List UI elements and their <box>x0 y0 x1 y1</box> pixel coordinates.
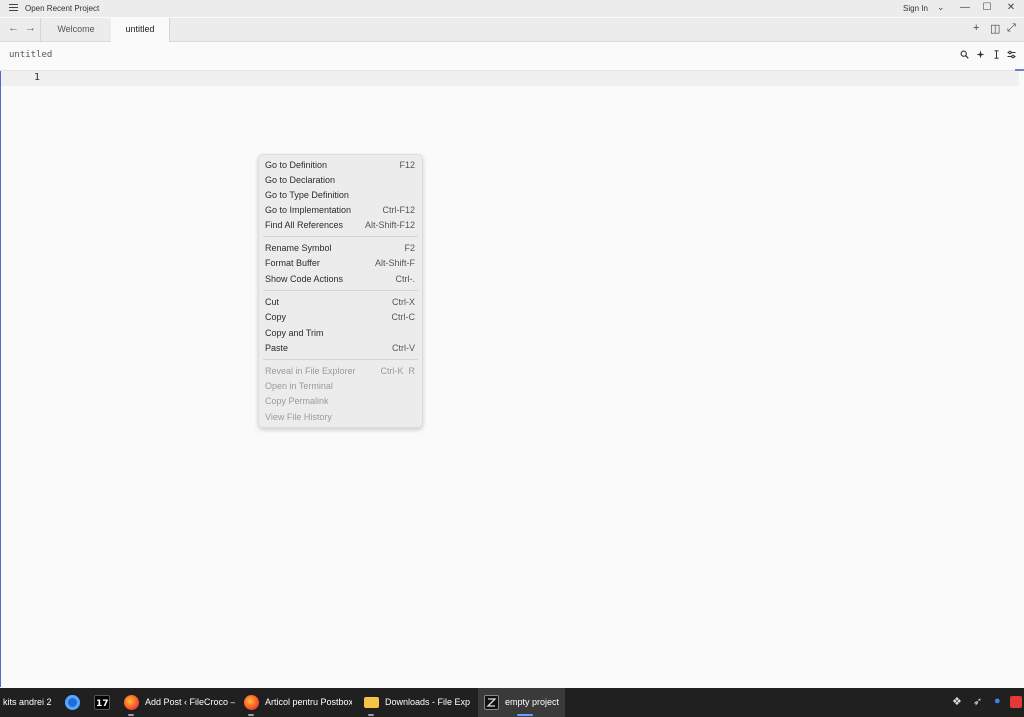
svg-text:17: 17 <box>96 699 109 709</box>
menu-separator <box>263 236 418 237</box>
breadcrumb: untitled <box>0 42 1024 71</box>
menu-item-copy-and-trim[interactable]: Copy and Trim <box>265 326 415 340</box>
menu-item-open-in-terminal: Open in Terminal <box>265 381 333 391</box>
menu-item-copy[interactable]: Copy Ctrl-C <box>265 310 415 324</box>
forward-arrow-icon[interactable]: → <box>25 22 36 34</box>
droplet-icon[interactable]: ● <box>994 695 1001 707</box>
folder-icon[interactable] <box>364 697 379 708</box>
minimize-button[interactable]: — <box>955 1 975 15</box>
taskbar-active-indicator <box>517 714 533 716</box>
open-recent-project-button[interactable]: Open Recent Project <box>25 4 99 13</box>
menu-icon[interactable] <box>9 4 18 12</box>
settings-sliders-icon[interactable] <box>1007 50 1016 61</box>
taskbar: kits andrei 2 17 Add Post ‹ FileCroco – … <box>0 688 1024 717</box>
tab-welcome[interactable]: Welcome <box>40 18 112 41</box>
taskbar-label[interactable]: kits andrei 2 <box>3 688 58 717</box>
sign-in-button[interactable]: Sign In <box>903 4 928 13</box>
tab-bar: ← → Welcome untitled + ◫ ⤢ <box>0 18 1024 42</box>
maximize-button[interactable]: ☐ <box>977 1 997 15</box>
taskbar-indicator <box>128 714 134 716</box>
taskbar-indicator <box>248 714 254 716</box>
taskbar-app-downloads[interactable]: Downloads - File Explorer <box>385 688 470 717</box>
taskbar-indicator <box>368 714 374 716</box>
menu-item-reveal-in-file-explorer: Reveal in File Explorer Ctrl-K R <box>265 366 415 376</box>
close-button[interactable]: ✕ <box>1001 1 1021 15</box>
menu-item-find-all-references[interactable]: Find All References Alt-Shift-F12 <box>265 218 415 232</box>
tab-untitled[interactable]: untitled <box>111 18 170 42</box>
menu-item-rename-symbol[interactable]: Rename Symbol F2 <box>265 241 415 255</box>
firefox-icon[interactable] <box>124 695 139 710</box>
firefox-icon[interactable] <box>244 695 259 710</box>
tradingview-icon[interactable]: 17 <box>94 695 110 710</box>
active-line-highlight <box>1 71 1019 86</box>
taskbar-app-add-post[interactable]: Add Post ‹ FileCroco – <box>145 688 235 717</box>
menu-item-show-code-actions[interactable]: Show Code Actions Ctrl-. <box>265 272 415 286</box>
menu-item-go-to-declaration[interactable]: Go to Declaration <box>265 173 415 187</box>
menu-item-cut[interactable]: Cut Ctrl-X <box>265 295 415 309</box>
text-cursor-icon[interactable] <box>992 50 1001 61</box>
taskbar-app-empty-project[interactable]: empty project <box>505 688 565 717</box>
breadcrumb-label: untitled <box>9 50 53 60</box>
zoom-icon[interactable]: ⤢ <box>1007 22 1016 35</box>
title-bar: Open Recent Project Sign In ⌄ — ☐ ✕ <box>0 0 1024 17</box>
split-pane-icon[interactable]: ◫ <box>990 22 1000 35</box>
back-arrow-icon[interactable]: ← <box>8 22 19 34</box>
chevron-down-icon[interactable]: ⌄ <box>937 2 945 13</box>
context-menu: Go to Definition F12 Go to Declaration Go… <box>258 154 423 428</box>
menu-item-view-file-history: View File History <box>265 412 332 422</box>
dropbox-icon[interactable]: ❖ <box>952 695 962 708</box>
search-icon[interactable] <box>960 50 969 61</box>
editor-area[interactable]: 1 <box>0 69 1024 687</box>
menu-item-paste[interactable]: Paste Ctrl-V <box>265 341 415 355</box>
red-tray-icon[interactable] <box>1010 696 1022 708</box>
tray-app-icon[interactable]: ➶ <box>973 695 982 708</box>
menu-separator <box>263 359 418 360</box>
menu-separator <box>263 290 418 291</box>
assistant-icon[interactable] <box>976 50 985 61</box>
zed-icon[interactable] <box>484 695 499 710</box>
menu-item-copy-permalink: Copy Permalink <box>265 396 329 406</box>
scrollbar-marker <box>1015 69 1024 71</box>
menu-item-go-to-type-definition[interactable]: Go to Type Definition <box>265 188 415 202</box>
plus-icon[interactable]: + <box>973 22 979 34</box>
line-number: 1 <box>34 72 41 83</box>
taskbar-app-articol[interactable]: Articol pentru Postbox <box>265 688 352 717</box>
menu-item-go-to-implementation[interactable]: Go to Implementation Ctrl-F12 <box>265 203 415 217</box>
menu-item-format-buffer[interactable]: Format Buffer Alt-Shift-F <box>265 256 415 270</box>
edge-icon[interactable] <box>65 695 80 710</box>
menu-item-go-to-definition[interactable]: Go to Definition F12 <box>265 158 415 172</box>
